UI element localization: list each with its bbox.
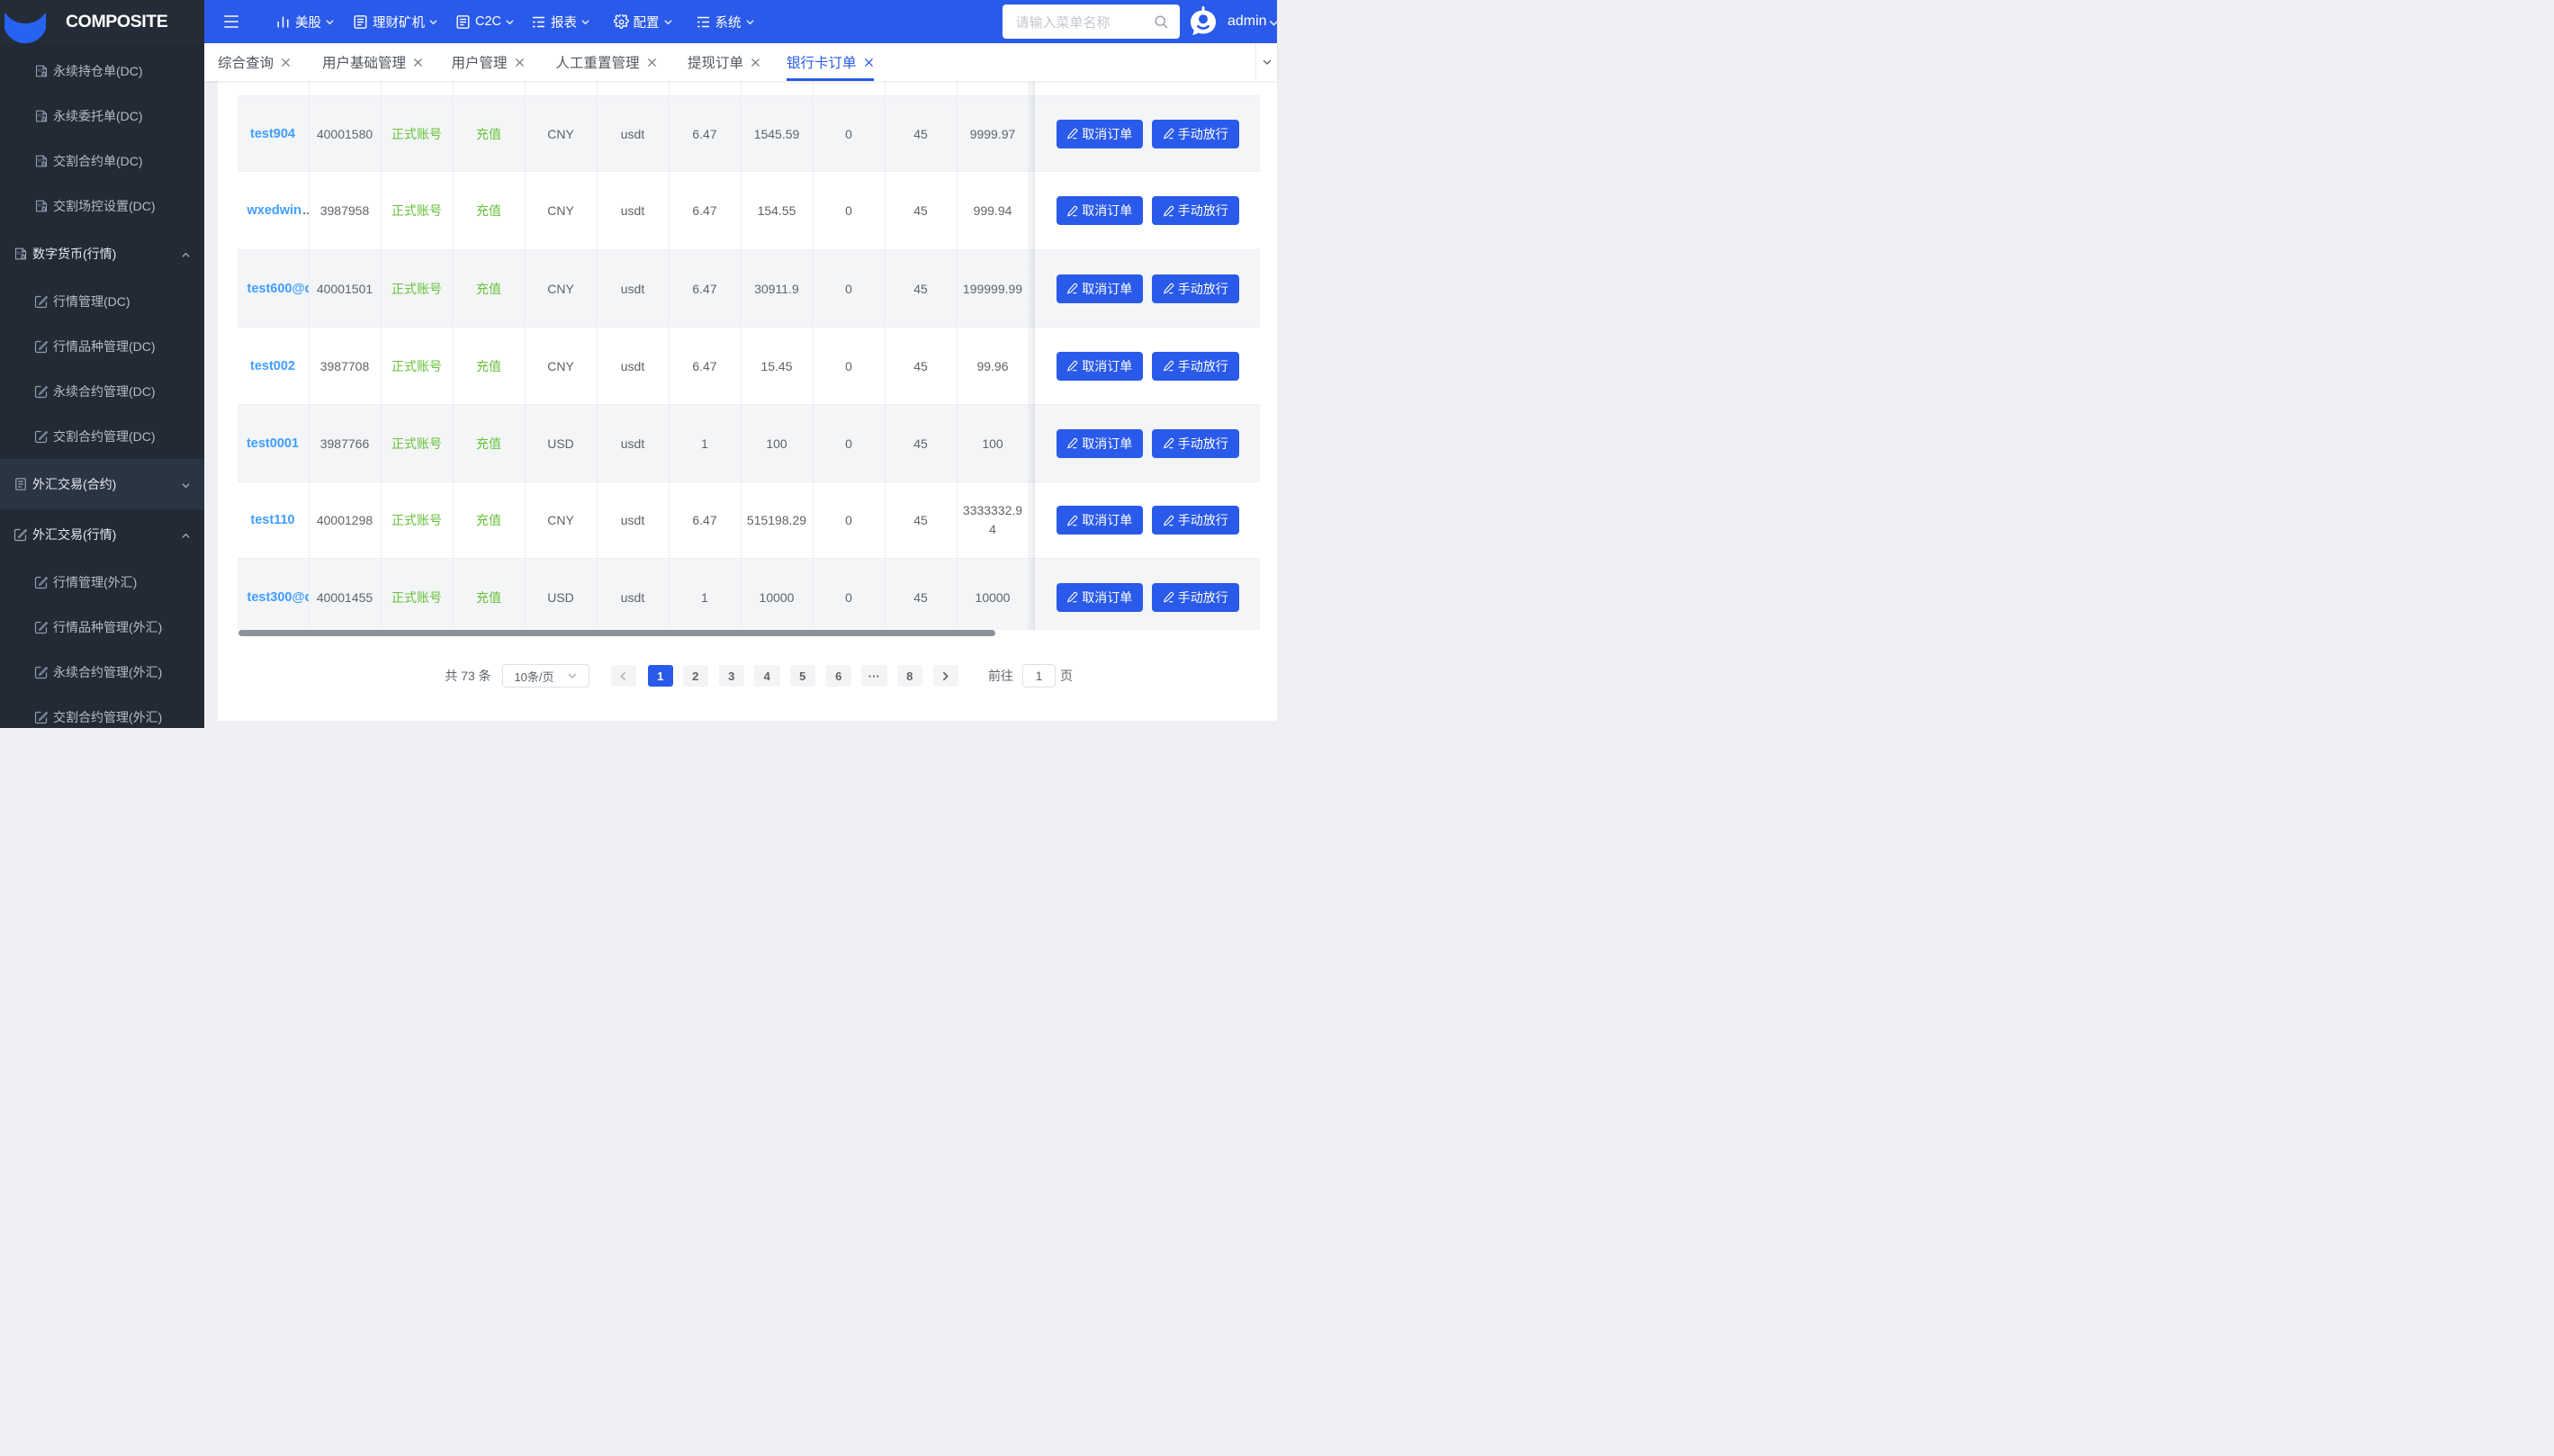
svg-text:SQL: SQL [16,251,25,256]
svg-text:SQL: SQL [37,158,46,163]
svg-text:SQL: SQL [37,203,46,208]
svg-text:SQL: SQL [37,113,46,118]
svg-text:SQL: SQL [37,68,46,73]
